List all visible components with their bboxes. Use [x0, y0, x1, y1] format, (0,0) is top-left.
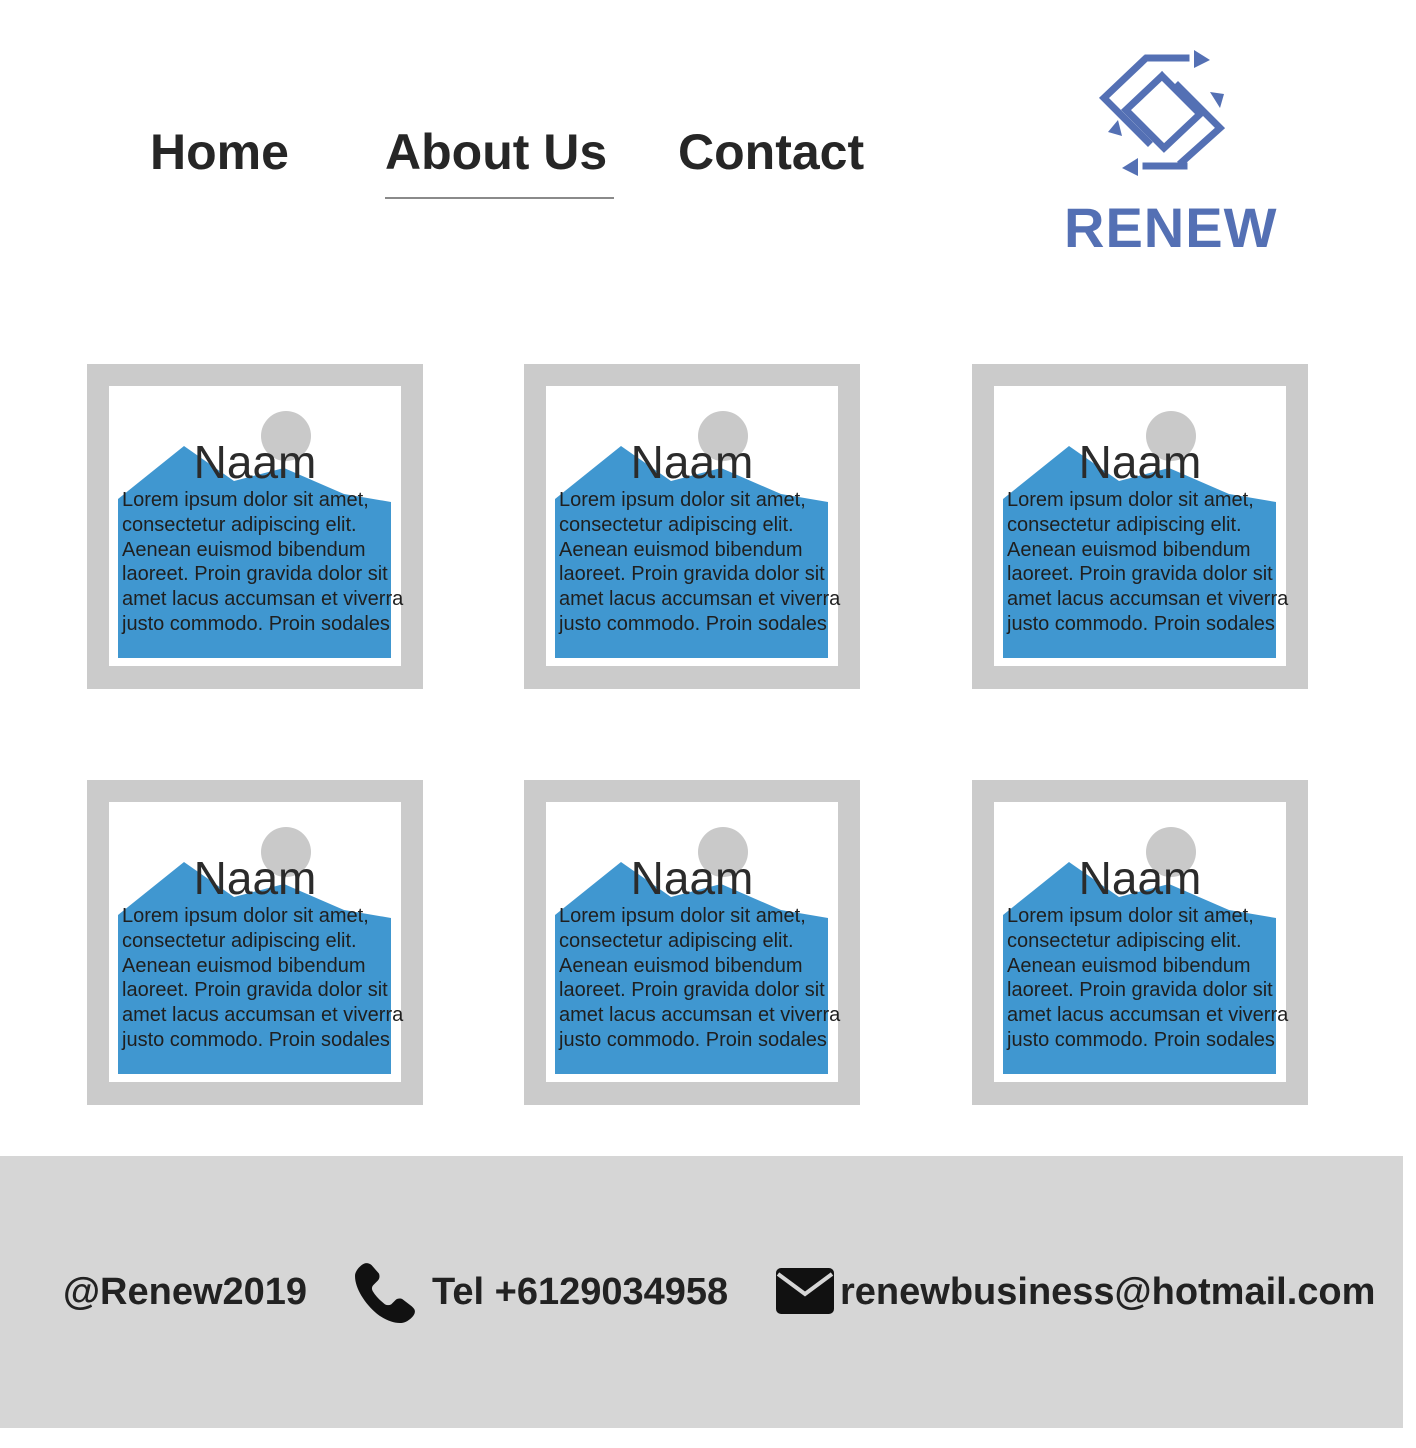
card-description: Lorem ipsum dolor sit amet, consectetur …	[122, 905, 404, 1051]
card-name: Naam	[630, 852, 754, 904]
card-description: Lorem ipsum dolor sit amet, consectetur …	[1007, 489, 1289, 635]
mail-icon	[776, 1268, 834, 1314]
footer: @Renew2019 Tel +6129034958 renewbusiness…	[0, 1156, 1403, 1428]
logo-wordmark: RENEW	[1064, 196, 1278, 259]
nav-about-us-link[interactable]: About Us	[385, 122, 607, 182]
renew-arrows-logo-icon	[1098, 50, 1226, 176]
team-card[interactable]: Naam Lorem ipsum dolor sit amet, consecte…	[87, 780, 423, 1105]
team-card[interactable]: Naam Lorem ipsum dolor sit amet, consecte…	[87, 364, 423, 689]
page: Home About Us Contact RENEW Naam Lorem i…	[0, 0, 1416, 1448]
card-name: Naam	[193, 436, 317, 488]
nav-home-link[interactable]: Home	[150, 122, 289, 182]
card-description: Lorem ipsum dolor sit amet, consectetur …	[559, 905, 841, 1051]
phone-icon	[355, 1263, 415, 1324]
renew-logo[interactable]: RENEW	[1060, 50, 1276, 260]
nav-contact-link[interactable]: Contact	[678, 122, 864, 182]
team-card[interactable]: Naam Lorem ipsum dolor sit amet, consecte…	[524, 364, 860, 689]
phone-number[interactable]: Tel +6129034958	[432, 1270, 728, 1314]
team-card[interactable]: Naam Lorem ipsum dolor sit amet, consecte…	[524, 780, 860, 1105]
email-address[interactable]: renewbusiness@hotmail.com	[840, 1270, 1375, 1314]
card-name: Naam	[1078, 852, 1202, 904]
team-card[interactable]: Naam Lorem ipsum dolor sit amet, consecte…	[972, 364, 1308, 689]
card-description: Lorem ipsum dolor sit amet, consectetur …	[122, 489, 404, 635]
card-name: Naam	[630, 436, 754, 488]
nav-active-underline	[385, 197, 614, 199]
social-handle[interactable]: @Renew2019	[63, 1270, 307, 1314]
card-name: Naam	[193, 852, 317, 904]
card-description: Lorem ipsum dolor sit amet, consectetur …	[1007, 905, 1289, 1051]
card-name: Naam	[1078, 436, 1202, 488]
card-description: Lorem ipsum dolor sit amet, consectetur …	[559, 489, 841, 635]
team-card[interactable]: Naam Lorem ipsum dolor sit amet, consecte…	[972, 780, 1308, 1105]
